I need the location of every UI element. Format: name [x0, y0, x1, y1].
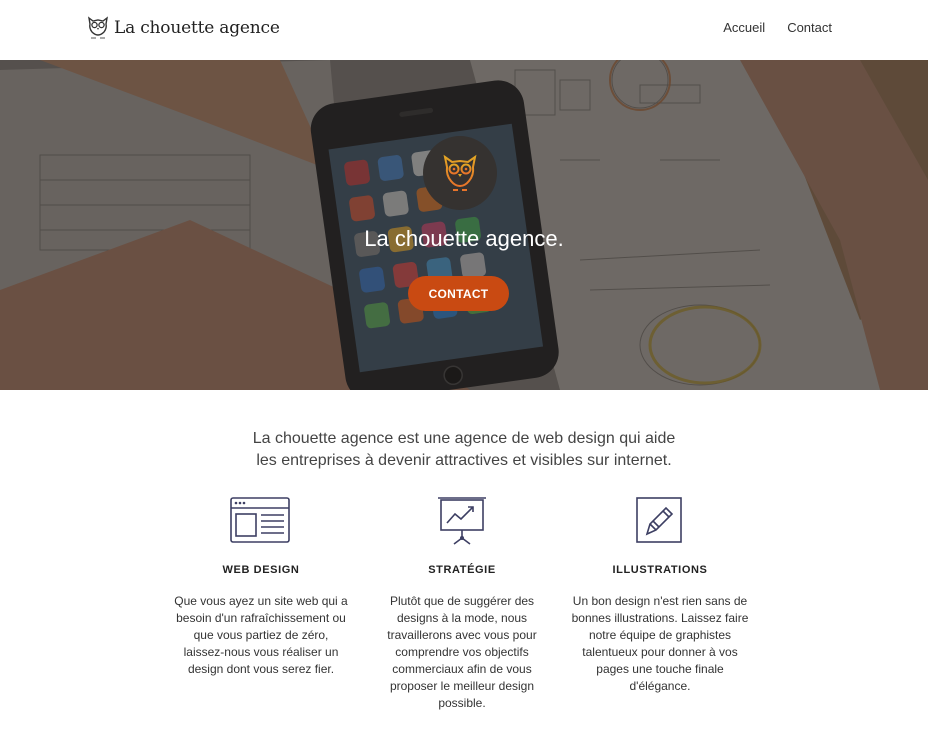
feature-text-line: design dont vous serez fier. [187, 662, 335, 676]
feature-title: WEB DESIGN [222, 564, 300, 576]
nav-link-accueil[interactable]: Accueil [723, 20, 765, 35]
feature-text-line: Un bon design n'est rien sans de [572, 594, 748, 608]
feature-description: Plutôt que de suggérer des designs à la … [372, 593, 552, 712]
hero-logo [423, 136, 497, 210]
feature-text-line: notre équipe de graphistes [588, 628, 732, 642]
brand-name: La chouette agence [114, 18, 280, 38]
owl-logo-icon [443, 154, 477, 191]
feature-text-line: Plutôt que de suggérer des [389, 594, 535, 608]
feature-strategie: STRATÉGIE Plutôt que de suggérer des des… [372, 496, 552, 712]
feature-text-line: commerciaux afin de vous [392, 662, 532, 676]
feature-text-line: possible. [438, 696, 486, 710]
contact-button[interactable]: CONTACT [408, 276, 509, 311]
hero-title: La chouette agence. [364, 226, 564, 251]
intro-line: les entreprises à devenir attractives et… [256, 452, 672, 469]
hero-overlay [0, 60, 928, 390]
feature-text-line: comprendre vos objectifs [395, 645, 529, 659]
feature-text-line: laissez-nous vous réaliser un [183, 645, 339, 659]
feature-text-line: d'élégance. [629, 679, 691, 693]
nav-link-contact[interactable]: Contact [787, 20, 832, 35]
feature-description: Un bon design n'est rien sans de bonnes … [570, 593, 750, 695]
browser-window-icon [230, 497, 290, 543]
owl-logo-icon [88, 16, 108, 39]
feature-text-line: pages une touche finale [596, 662, 724, 676]
brand-link[interactable]: La chouette agence [86, 14, 280, 42]
feature-text-line: besoin d'un rafraîchissement ou [176, 611, 346, 625]
feature-title: STRATÉGIE [428, 564, 496, 576]
main-nav: Accueil Contact [723, 20, 832, 35]
intro-line: La chouette agence est une agence de web… [252, 430, 676, 447]
feature-text-line: que vous partiez de zéro, [193, 628, 329, 642]
presentation-chart-icon [438, 497, 486, 545]
feature-text-line: designs à la mode, nous [396, 611, 528, 625]
hero-section: La chouette agence. CONTACT [0, 60, 928, 390]
feature-text-line: Que vous ayez un site web qui a [174, 594, 348, 608]
intro-text: La chouette agence est une agence de web… [0, 428, 928, 472]
site-header: La chouette agence Accueil Contact [0, 0, 928, 60]
feature-description: Que vous ayez un site web qui a besoin d… [171, 593, 351, 678]
feature-web-design: WEB DESIGN Que vous ayez un site web qui… [171, 496, 351, 678]
feature-illustrations: ILLUSTRATIONS Un bon design n'est rien s… [570, 496, 750, 695]
feature-text-line: proposer le meilleur design [389, 679, 535, 693]
feature-text-line: travaillerons avec vous pour [387, 628, 537, 642]
feature-title: ILLUSTRATIONS [612, 564, 708, 576]
feature-text-line: bonnes illustrations. Laissez faire [571, 611, 749, 625]
feature-text-line: talentueux pour donner à vos [582, 645, 738, 659]
pencil-edit-icon [636, 497, 682, 543]
